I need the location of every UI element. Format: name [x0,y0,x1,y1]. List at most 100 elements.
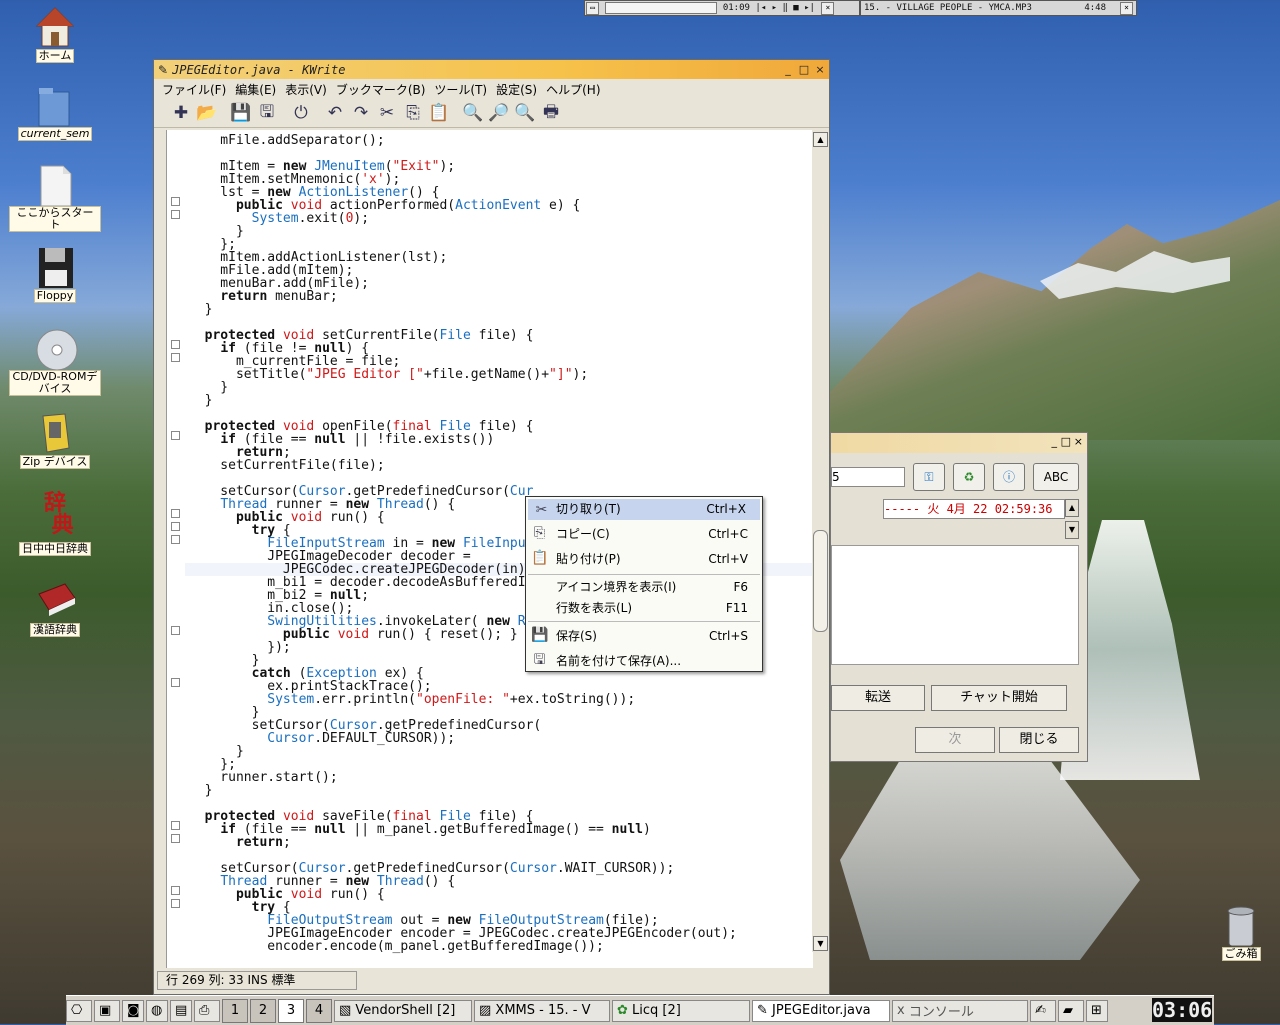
xmms-seek-bar[interactable] [605,2,718,14]
fold-marker-icon[interactable] [171,821,180,830]
minimize-icon[interactable]: _ [781,63,795,76]
network-icon[interactable]: ⊞ [1086,999,1108,1022]
menu-file[interactable]: ファイル(F) [162,81,226,98]
menu-help[interactable]: ヘルプ(H) [546,81,600,98]
chat-uin-input[interactable]: 5 [831,467,905,487]
xmms-controls-icon[interactable]: |◂ ▸ ‖ ■ ▸| [755,3,815,13]
zoom-out-icon[interactable]: 🔍 [512,101,538,125]
desktop-2-button[interactable]: 2 [250,998,276,1023]
task-licq[interactable]: ✿ Licq [2] [612,999,750,1022]
fold-marker-icon[interactable] [171,535,180,544]
fold-marker-icon[interactable] [171,340,180,349]
desktop-icon-cdrom[interactable]: CD/DVD-ROMデバイス [9,328,101,396]
desktop-icon-start-here[interactable]: ここからスタート [9,164,101,232]
xmms-title-close-icon[interactable]: × [1120,2,1133,15]
menu-item-copy[interactable]: ⎘ コピー(C) Ctrl+C [526,522,762,547]
monitor-icon[interactable]: ▰ [1058,999,1084,1022]
menu-edit[interactable]: 編集(E) [235,81,276,98]
fold-marker-icon[interactable] [171,899,180,908]
xmms-mini-bar[interactable]: ▭ 01:09 |◂ ▸ ‖ ■ ▸| × [584,0,860,16]
menu-item-cut[interactable]: ✂ 切り取り(T) Ctrl+X [528,499,760,520]
desktop-icon-home[interactable]: ホーム [9,6,101,63]
chat-message-area[interactable] [831,545,1079,665]
files-icon[interactable]: ▤ [170,999,192,1022]
menu-item-save-as[interactable]: 🖫 名前を付けて保存(A)... [526,649,762,674]
browser-icon[interactable]: ◍ [146,999,168,1022]
menu-settings[interactable]: 設定(S) [496,81,537,98]
camera-icon[interactable]: ◙ [122,999,144,1022]
printer-icon[interactable]: ⎙ [194,999,220,1022]
menu-tools[interactable]: ツール(T) [434,81,487,98]
maximize-icon[interactable]: □ [797,63,811,76]
fold-marker-icon[interactable] [171,626,180,635]
fold-marker-icon[interactable] [171,522,180,531]
chat-info-button[interactable]: ⓘ [993,463,1025,491]
redo-icon[interactable]: ↷ [348,101,374,125]
fold-marker-icon[interactable] [171,834,180,843]
new-icon[interactable]: ✚ [168,101,194,125]
notes-icon[interactable]: ✍ [1030,999,1056,1022]
chat-spell-button[interactable]: ABC [1033,463,1079,491]
find-icon[interactable]: 🔍 [460,101,486,125]
task-xmms[interactable]: ▨ XMMS - 15. - V [474,999,610,1022]
desktop-3-button[interactable]: 3 [278,998,304,1023]
fold-marker-icon[interactable] [171,678,180,687]
scroll-thumb[interactable] [813,530,828,632]
fold-marker-icon[interactable] [171,353,180,362]
desktop-icon-current-sem[interactable]: current_sem [9,84,101,141]
copy-icon[interactable]: ⎘ [400,101,426,125]
save-icon[interactable]: 💾 [228,101,254,125]
forward-button[interactable]: 転送 [831,685,925,711]
chat-dropdown-icon[interactable]: ▼ [1065,521,1079,539]
chat-scroll-up-icon[interactable]: ▲ [1065,499,1079,517]
desktop-icon-floppy[interactable]: Floppy [9,246,101,303]
terminal-icon[interactable]: ▣ [94,999,120,1022]
vertical-scrollbar[interactable]: ▲ ▼ [812,130,828,952]
next-button[interactable]: 次 [915,727,995,753]
desktop-icon-dictionary[interactable]: 辞 典 日中中日辞典 [9,492,101,556]
close-button[interactable]: 閉じる [999,727,1079,753]
xmms-close-icon[interactable]: × [821,2,835,15]
menu-item-line-numbers[interactable]: 行数を表示(L) F11 [526,598,762,619]
task-console[interactable]: ⅹ コンソール [892,999,1028,1022]
chat-window[interactable]: _ □ × 5 ⚿ ♻ ⓘ ABC ----- 火 4月 22 02:59:36… [830,432,1088,762]
fold-marker-icon[interactable] [171,431,180,440]
maximize-icon[interactable]: □ [1061,435,1071,448]
chat-history-button[interactable]: ♻ [953,463,985,491]
cut-icon[interactable]: ✂ [374,101,400,125]
menu-item-save[interactable]: 💾 保存(S) Ctrl+S [526,624,762,649]
scroll-down-icon[interactable]: ▼ [813,936,828,951]
desktop-icon-kanji-dictionary[interactable]: 漢語辞典 [9,580,101,637]
desktop-icon-zip[interactable]: Zip デバイス [9,412,101,469]
xmms-title-bar[interactable]: 15. - VILLAGE PEOPLE - YMCA.MP3 4:48 × [860,0,1137,16]
zoom-in-icon[interactable]: 🔎 [486,101,512,125]
fold-marker-icon[interactable] [171,210,180,219]
fold-marker-icon[interactable] [171,886,180,895]
chat-key-button[interactable]: ⚿ [913,463,945,491]
menu-bookmarks[interactable]: ブックマーク(B) [336,81,426,98]
desktop-4-button[interactable]: 4 [306,998,332,1023]
print-icon[interactable]: 🖶 [538,101,564,125]
save-as-icon[interactable]: 🖫 [254,101,280,125]
desktop-1-button[interactable]: 1 [222,998,248,1023]
scroll-up-icon[interactable]: ▲ [813,132,828,147]
close-document-icon[interactable]: ⏻ [288,101,314,125]
open-icon[interactable]: 📂 [194,101,220,125]
xmms-menu-icon[interactable]: ▭ [586,2,599,15]
close-icon[interactable]: × [1074,435,1083,448]
task-vendorshell[interactable]: ▧ VendorShell [2] [334,999,472,1022]
close-icon[interactable]: × [813,63,827,76]
kmenu-icon[interactable]: ⎔ [66,999,92,1022]
paste-icon[interactable]: 📋 [426,101,452,125]
start-chat-button[interactable]: チャット開始 [931,685,1067,711]
chat-titlebar[interactable]: _ □ × [831,433,1087,453]
menu-item-icon-border[interactable]: アイコン境界を表示(I) F6 [526,577,762,598]
fold-marker-icon[interactable] [171,197,180,206]
fold-marker-icon[interactable] [171,509,180,518]
task-jpegeditor[interactable]: ✎ JPEGEditor.java [752,999,890,1022]
minimize-icon[interactable]: _ [1052,435,1058,448]
undo-icon[interactable]: ↶ [322,101,348,125]
menu-view[interactable]: 表示(V) [285,81,327,98]
menu-item-paste[interactable]: 📋 貼り付け(P) Ctrl+V [526,547,762,572]
window-titlebar[interactable]: ✎ JPEGEditor.java - KWrite _ □ × [154,60,829,79]
